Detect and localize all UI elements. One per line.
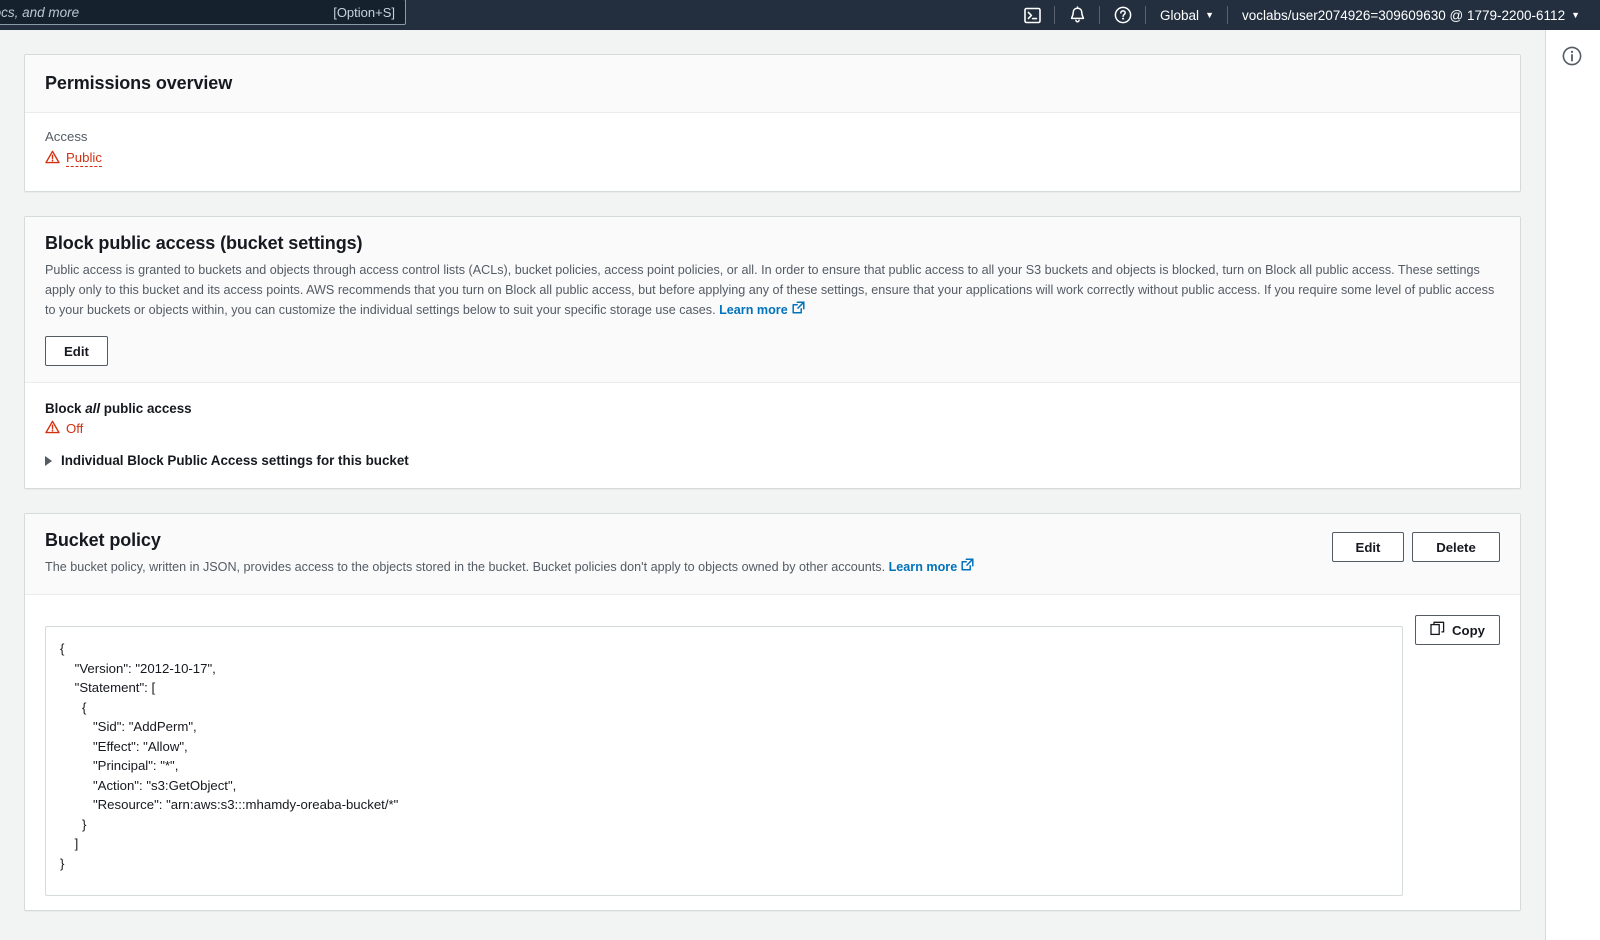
- individual-settings-expander[interactable]: Individual Block Public Access settings …: [45, 453, 1500, 468]
- global-search-box[interactable]: Search for services, features, blogs, do…: [0, 0, 406, 25]
- permissions-overview-card: Permissions overview Access Public: [24, 54, 1521, 192]
- copy-policy-button[interactable]: Copy: [1415, 615, 1500, 646]
- account-menu[interactable]: voclabs/user2074926=309609630 @ 1779-220…: [1228, 0, 1594, 30]
- warning-triangle-icon: [45, 150, 60, 167]
- block-public-access-title: Block public access (bucket settings): [45, 233, 363, 253]
- warning-triangle-icon: [45, 420, 60, 437]
- block-public-access-description: Public access is granted to buckets and …: [45, 261, 1500, 320]
- bucket-policy-description-text: The bucket policy, written in JSON, prov…: [45, 560, 886, 575]
- aws-top-navigation: Search for services, features, blogs, do…: [0, 0, 1600, 30]
- block-all-public-access-title: Block all public access: [45, 401, 1500, 416]
- info-panel-toggle[interactable]: [1561, 45, 1583, 67]
- chevron-down-icon: ▼: [1571, 9, 1580, 20]
- access-status-text[interactable]: Public: [66, 150, 102, 167]
- topnav-right-group: Global ▼ voclabs/user2074926=309609630 @…: [1010, 0, 1594, 30]
- right-side-panel: [1545, 30, 1600, 940]
- bucket-policy-actions: Edit Delete: [1332, 532, 1500, 563]
- region-selector[interactable]: Global ▼: [1146, 0, 1228, 30]
- info-circle-icon: [1561, 46, 1583, 71]
- bucket-policy-learn-more-link[interactable]: Learn more: [889, 558, 975, 578]
- block-all-emphasis: all: [85, 401, 101, 417]
- learn-more-label: Learn more: [719, 302, 788, 317]
- access-label: Access: [45, 129, 88, 144]
- bucket-policy-delete-button[interactable]: Delete: [1412, 532, 1500, 563]
- page-body: Permissions overview Access Public Block…: [0, 30, 1600, 940]
- access-status-badge[interactable]: Public: [45, 150, 102, 167]
- block-public-access-card: Block public access (bucket settings) Pu…: [24, 216, 1521, 490]
- external-link-icon: [792, 301, 805, 321]
- block-all-status-badge: Off: [45, 420, 83, 437]
- block-all-public-access-section: Block all public access Off Individual B…: [25, 383, 1520, 488]
- block-all-suffix: public access: [100, 401, 192, 417]
- triangle-right-icon: [45, 455, 52, 466]
- bell-notifications-icon: [1069, 6, 1086, 24]
- bucket-policy-header-text: Bucket policy The bucket policy, written…: [45, 530, 974, 578]
- page-title: Permissions overview: [45, 73, 233, 93]
- region-label: Global: [1160, 7, 1200, 23]
- bucket-policy-body: { "Version": "2012-10-17", "Statement": …: [25, 595, 1520, 909]
- copy-button-label: Copy: [1452, 622, 1485, 638]
- permissions-overview-body: Access Public: [25, 113, 1520, 191]
- search-input-placeholder[interactable]: Search for services, features, blogs, do…: [0, 5, 319, 20]
- bucket-policy-json-code: { "Version": "2012-10-17", "Statement": …: [45, 626, 1404, 897]
- bucket-policy-card: Bucket policy The bucket policy, written…: [24, 513, 1521, 911]
- copy-icon: [1430, 621, 1445, 639]
- permissions-overview-header: Permissions overview: [25, 55, 1520, 113]
- bucket-policy-header: Bucket policy The bucket policy, written…: [25, 514, 1520, 596]
- main-content-column: Permissions overview Access Public Block…: [0, 30, 1545, 940]
- chevron-down-icon: ▼: [1205, 9, 1214, 20]
- notifications-button[interactable]: [1055, 0, 1101, 30]
- bucket-policy-description: The bucket policy, written in JSON, prov…: [45, 558, 974, 578]
- cloudshell-terminal-icon: [1024, 7, 1041, 24]
- cloudshell-button[interactable]: [1010, 0, 1056, 30]
- help-button[interactable]: [1100, 0, 1147, 30]
- block-public-access-header: Block public access (bucket settings) Pu…: [25, 217, 1520, 384]
- search-shortcut-hint: [Option+S]: [333, 4, 395, 20]
- account-label: voclabs/user2074926=309609630 @ 1779-220…: [1241, 7, 1566, 23]
- copy-button-wrapper: Copy: [1415, 613, 1500, 646]
- question-mark-help-icon: [1114, 6, 1132, 24]
- bucket-policy-edit-button[interactable]: Edit: [1332, 532, 1404, 563]
- individual-settings-expander-label: Individual Block Public Access settings …: [61, 453, 409, 469]
- bucket-policy-title: Bucket policy: [45, 530, 161, 551]
- block-all-prefix: Block: [45, 401, 86, 417]
- block-public-access-learn-more-link[interactable]: Learn more: [719, 301, 805, 321]
- external-link-icon: [961, 558, 974, 578]
- block-all-status-text: Off: [66, 421, 84, 437]
- learn-more-label: Learn more: [888, 560, 958, 575]
- block-public-access-edit-button[interactable]: Edit: [45, 336, 108, 367]
